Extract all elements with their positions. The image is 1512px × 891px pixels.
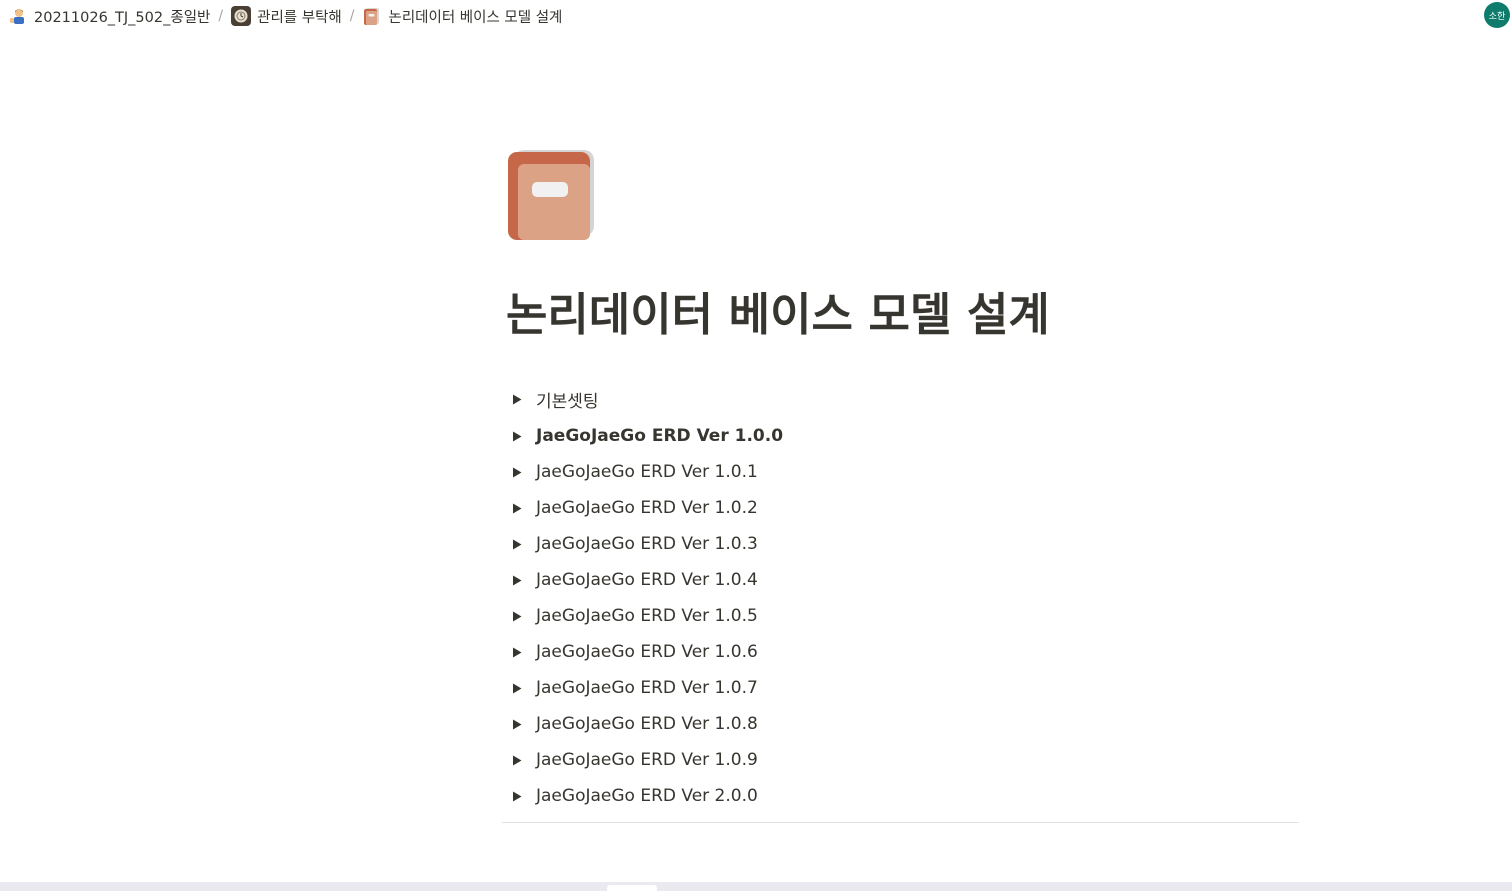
toggle-label: JaeGoJaeGo ERD Ver 1.0.1 xyxy=(536,462,758,482)
toggle-triangle-icon[interactable] xyxy=(502,683,536,694)
toggle-triangle-icon[interactable] xyxy=(502,539,536,550)
toggle-block[interactable]: JaeGoJaeGo ERD Ver 1.0.3 xyxy=(502,526,1299,562)
toggle-label: JaeGoJaeGo ERD Ver 2.0.0 xyxy=(536,786,758,806)
breadcrumb-label: 논리데이터 베이스 모델 설계 xyxy=(388,9,563,26)
bottom-tab[interactable] xyxy=(607,885,657,891)
toggle-label: JaeGoJaeGo ERD Ver 1.0.2 xyxy=(536,498,758,518)
avatar[interactable]: 소한 xyxy=(1484,2,1510,28)
toggle-block[interactable]: JaeGoJaeGo ERD Ver 1.0.4 xyxy=(502,562,1299,598)
toggle-list: 기본셋팅 JaeGoJaeGo ERD Ver 1.0.0 JaeGoJaeGo… xyxy=(502,380,1299,814)
toggle-triangle-icon[interactable] xyxy=(502,647,536,658)
breadcrumb-item-parent[interactable]: 관리를 부탁해 xyxy=(227,4,346,29)
toggle-block[interactable]: JaeGoJaeGo ERD Ver 1.0.2 xyxy=(502,490,1299,526)
toggle-triangle-icon[interactable] xyxy=(502,503,536,514)
toggle-triangle-icon[interactable] xyxy=(502,755,536,766)
toggle-triangle-icon[interactable] xyxy=(502,394,536,405)
toggle-block[interactable]: JaeGoJaeGo ERD Ver 1.0.5 xyxy=(502,598,1299,634)
toggle-block[interactable]: JaeGoJaeGo ERD Ver 1.0.7 xyxy=(502,670,1299,706)
breadcrumb: 20211026_TJ_502_종일반 / 관리를 부탁해 / 논리데이터 베이… xyxy=(0,4,566,29)
breadcrumb-item-current[interactable]: 논리데이터 베이스 모델 설계 xyxy=(358,4,566,29)
toggle-triangle-icon[interactable] xyxy=(502,467,536,478)
top-bar: 20211026_TJ_502_종일반 / 관리를 부탁해 / 논리데이터 베이… xyxy=(0,0,1512,32)
bottom-bar xyxy=(0,882,1512,891)
toggle-block[interactable]: JaeGoJaeGo ERD Ver 1.0.0 xyxy=(502,418,1299,454)
toggle-label: JaeGoJaeGo ERD Ver 1.0.6 xyxy=(536,642,758,662)
person-emoji-icon xyxy=(8,6,28,26)
book-icon xyxy=(362,6,382,26)
toggle-label: JaeGoJaeGo ERD Ver 1.0.9 xyxy=(536,750,758,770)
toggle-triangle-icon[interactable] xyxy=(502,611,536,622)
toggle-block[interactable]: JaeGoJaeGo ERD Ver 1.0.9 xyxy=(502,742,1299,778)
page-icon-book[interactable] xyxy=(506,148,596,242)
toggle-label: JaeGoJaeGo ERD Ver 1.0.7 xyxy=(536,678,758,698)
toggle-label: 기본셋팅 xyxy=(536,391,599,412)
toggle-label: JaeGoJaeGo ERD Ver 1.0.0 xyxy=(536,426,784,446)
toggle-label: JaeGoJaeGo ERD Ver 1.0.5 xyxy=(536,606,758,626)
breadcrumb-label: 20211026_TJ_502_종일반 xyxy=(34,9,211,26)
toggle-block[interactable]: 기본셋팅 xyxy=(502,380,1299,418)
toggle-label: JaeGoJaeGo ERD Ver 1.0.4 xyxy=(536,570,758,590)
toggle-block[interactable]: JaeGoJaeGo ERD Ver 1.0.8 xyxy=(502,706,1299,742)
clock-badge-icon xyxy=(231,6,252,26)
toggle-triangle-icon[interactable] xyxy=(502,431,536,442)
breadcrumb-separator: / xyxy=(349,8,355,24)
toggle-label: JaeGoJaeGo ERD Ver 1.0.3 xyxy=(536,534,758,554)
toggle-label: JaeGoJaeGo ERD Ver 1.0.8 xyxy=(536,714,758,734)
toggle-block[interactable]: JaeGoJaeGo ERD Ver 1.0.6 xyxy=(502,634,1299,670)
breadcrumb-separator: / xyxy=(218,8,224,24)
toggle-triangle-icon[interactable] xyxy=(502,791,536,802)
divider xyxy=(502,822,1299,823)
breadcrumb-label: 관리를 부탁해 xyxy=(257,9,342,26)
page-title[interactable]: 논리데이터 베이스 모델 설계 xyxy=(506,278,1050,343)
toggle-block[interactable]: JaeGoJaeGo ERD Ver 2.0.0 xyxy=(502,778,1299,814)
toggle-triangle-icon[interactable] xyxy=(502,575,536,586)
toggle-block[interactable]: JaeGoJaeGo ERD Ver 1.0.1 xyxy=(502,454,1299,490)
breadcrumb-item-workspace[interactable]: 20211026_TJ_502_종일반 xyxy=(4,4,214,29)
toggle-triangle-icon[interactable] xyxy=(502,719,536,730)
